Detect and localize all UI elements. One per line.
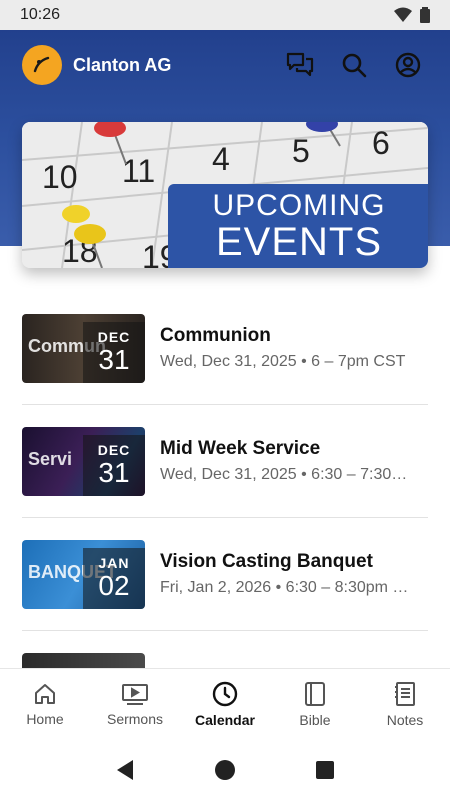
nav-label: Notes xyxy=(386,712,424,728)
search-icon xyxy=(342,53,367,78)
event-title: Vision Casting Banquet xyxy=(160,551,373,572)
date-chip: DEC 31 xyxy=(83,434,145,496)
nav-calendar[interactable]: Calendar xyxy=(180,669,270,740)
event-item-mid-week-service[interactable]: Servi DEC 31 Mid Week Service Wed, Dec 3… xyxy=(22,405,428,518)
nav-label: Home xyxy=(26,711,64,727)
svg-text:4: 4 xyxy=(212,141,230,177)
nav-bible[interactable]: Bible xyxy=(270,669,360,740)
bottom-navigation: Home Sermons Calendar Bible Notes xyxy=(0,668,450,740)
event-datetime: Fri, Jan 2, 2026 • 6:30 – 8:30pm … xyxy=(160,579,409,596)
thumbnail-text: Servi xyxy=(28,448,73,469)
event-thumbnail: Servi DEC 31 xyxy=(22,426,145,496)
svg-text:10: 10 xyxy=(42,159,78,195)
nav-label: Bible xyxy=(299,712,331,728)
svg-text:6: 6 xyxy=(372,125,390,161)
svg-text:5: 5 xyxy=(292,133,310,169)
video-icon xyxy=(122,684,148,705)
upcoming-events-banner[interactable]: 10 11 4 5 6 18 19 UPCOMING EVENTS xyxy=(22,122,428,268)
date-day: 02 xyxy=(98,570,130,601)
nav-sermons[interactable]: Sermons xyxy=(90,669,180,740)
home-icon xyxy=(35,684,55,704)
event-info: Mid Week Service Wed, Dec 31, 2025 • 6:3… xyxy=(160,438,428,484)
notes-icon xyxy=(395,682,415,706)
app-header: Clanton AG xyxy=(0,30,450,100)
banner-line-upcoming: UPCOMING xyxy=(212,189,386,222)
church-logo[interactable] xyxy=(22,45,62,85)
event-thumbnail: Commun DEC 31 xyxy=(22,313,145,383)
svg-text:11: 11 xyxy=(122,153,155,189)
system-navigation-bar xyxy=(0,740,450,800)
date-month: DEC xyxy=(97,442,131,458)
status-time: 10:26 xyxy=(20,6,61,23)
book-icon xyxy=(305,682,325,706)
event-item-vision-casting-banquet[interactable]: BANQUET JAN 02 Vision Casting Banquet Fr… xyxy=(22,518,428,631)
date-month: JAN xyxy=(98,555,130,571)
church-name: Clanton AG xyxy=(73,54,172,75)
event-datetime: Wed, Dec 31, 2025 • 6 – 7pm CST xyxy=(160,353,406,370)
nav-home[interactable]: Home xyxy=(0,669,90,740)
messages-button[interactable] xyxy=(280,45,320,85)
account-icon xyxy=(395,52,421,78)
nav-label: Sermons xyxy=(106,711,164,727)
battery-icon xyxy=(420,7,430,23)
profile-button[interactable] xyxy=(388,45,428,85)
event-info: Vision Casting Banquet Fri, Jan 2, 2026 … xyxy=(160,551,428,597)
wifi-icon xyxy=(394,7,412,22)
event-item-communion[interactable]: Commun DEC 31 Communion Wed, Dec 31, 202… xyxy=(22,292,428,405)
back-icon[interactable] xyxy=(115,759,135,781)
chat-icon xyxy=(286,52,314,77)
event-title: Mid Week Service xyxy=(160,438,321,459)
date-chip: JAN 02 xyxy=(83,547,145,609)
date-day: 31 xyxy=(98,457,130,488)
date-month: DEC xyxy=(97,329,131,345)
nav-notes[interactable]: Notes xyxy=(360,669,450,740)
search-button[interactable] xyxy=(334,45,374,85)
date-day: 31 xyxy=(98,344,130,375)
nav-label: Calendar xyxy=(195,712,255,728)
clock-icon xyxy=(212,681,238,707)
header-actions xyxy=(280,45,428,85)
event-title: Communion xyxy=(160,325,271,346)
home-circle-icon[interactable] xyxy=(214,759,236,781)
status-icons xyxy=(394,7,430,23)
logo-figure-icon xyxy=(33,56,50,73)
event-thumbnail: BANQUET JAN 02 xyxy=(22,539,145,609)
date-chip: DEC 31 xyxy=(83,321,145,383)
recents-icon[interactable] xyxy=(315,760,335,780)
event-info: Communion Wed, Dec 31, 2025 • 6 – 7pm CS… xyxy=(160,325,428,371)
banner-caption: UPCOMING EVENTS xyxy=(168,184,428,268)
status-bar: 10:26 xyxy=(0,0,450,30)
banner-line-events: EVENTS xyxy=(215,220,383,264)
event-datetime: Wed, Dec 31, 2025 • 6:30 – 7:30… xyxy=(160,466,408,483)
